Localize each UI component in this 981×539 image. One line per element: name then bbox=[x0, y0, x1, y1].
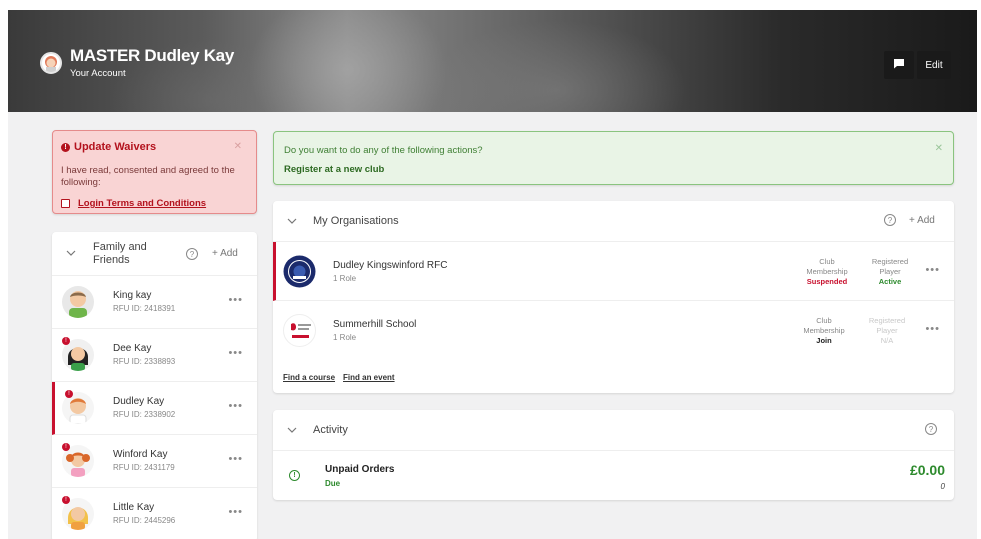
unpaid-orders-title[interactable]: Unpaid Orders bbox=[325, 464, 394, 475]
unpaid-orders-status: Due bbox=[325, 479, 341, 488]
find-event-link[interactable]: Find an event bbox=[343, 373, 395, 382]
close-icon[interactable]: ✕ bbox=[234, 141, 242, 152]
account-name: MASTER Dudley Kay bbox=[70, 46, 234, 65]
member-id: RFU ID: 2338902 bbox=[113, 410, 176, 419]
message-button[interactable] bbox=[884, 51, 914, 79]
chevron-down-icon[interactable] bbox=[287, 425, 297, 436]
more-options-icon[interactable]: ••• bbox=[925, 264, 940, 276]
waiver-title: Update Waivers bbox=[74, 141, 157, 153]
family-title-line2: Friends bbox=[93, 254, 130, 266]
terms-checkbox[interactable] bbox=[61, 199, 70, 208]
registered-player-status: Registered Player N/A bbox=[868, 316, 906, 345]
organisation-name: Summerhill School bbox=[333, 319, 417, 330]
account-subtitle: Your Account bbox=[70, 68, 126, 79]
info-icon: ! bbox=[289, 470, 300, 481]
more-options-icon[interactable]: ••• bbox=[228, 400, 243, 412]
more-options-icon[interactable]: ••• bbox=[228, 294, 243, 306]
family-member-selected[interactable]: ! Dudley Kay RFU ID: 2338902 ••• bbox=[52, 382, 257, 435]
member-id: RFU ID: 2418391 bbox=[113, 304, 176, 313]
more-options-icon[interactable]: ••• bbox=[228, 347, 243, 359]
terms-link[interactable]: Login Terms and Conditions bbox=[78, 198, 206, 209]
chat-icon bbox=[893, 58, 905, 72]
family-member[interactable]: ! Dee Kay RFU ID: 2338893 ••• bbox=[52, 329, 257, 382]
member-id: RFU ID: 2431179 bbox=[113, 463, 175, 472]
help-icon[interactable]: ? bbox=[884, 214, 896, 226]
alert-icon: ! bbox=[61, 142, 70, 152]
unpaid-count: 0 bbox=[940, 482, 945, 491]
chevron-down-icon[interactable] bbox=[287, 216, 297, 227]
close-icon[interactable]: ✕ bbox=[935, 143, 943, 154]
organisation-role: 1 Role bbox=[333, 333, 357, 342]
add-family-button[interactable]: + Add bbox=[212, 248, 238, 259]
organisation-role: 1 Role bbox=[333, 274, 357, 283]
more-options-icon[interactable]: ••• bbox=[228, 453, 243, 465]
register-new-club-link[interactable]: Register at a new club bbox=[284, 164, 384, 175]
avatar bbox=[62, 286, 94, 318]
club-membership-status: Club Membership Suspended bbox=[806, 257, 848, 286]
family-member[interactable]: ! Winford Kay RFU ID: 2431179 ••• bbox=[52, 435, 257, 488]
school-logo-icon bbox=[283, 314, 316, 347]
notification-badge: ! bbox=[62, 496, 70, 504]
activity-title: Activity bbox=[313, 424, 348, 436]
waiver-text: I have read, consented and agreed to the… bbox=[61, 165, 235, 188]
registered-player-status: Registered Player Active bbox=[871, 257, 909, 286]
club-crest-icon bbox=[283, 255, 316, 288]
activity-panel: Activity ? ! Unpaid Orders Due £0.00 0 bbox=[273, 410, 954, 500]
organisation-links: Find a course Find an event bbox=[283, 373, 395, 382]
update-waivers-alert: ! Update Waivers ✕ I have read, consente… bbox=[52, 130, 257, 214]
family-member[interactable]: ! Little Kay RFU ID: 2445296 ••• bbox=[52, 488, 257, 539]
club-membership-status[interactable]: Club Membership Join bbox=[799, 316, 849, 346]
member-name: Dee Kay bbox=[113, 343, 152, 354]
organisations-header: My Organisations ? + Add bbox=[273, 201, 954, 242]
notification-badge: ! bbox=[62, 337, 70, 345]
chevron-down-icon[interactable] bbox=[66, 248, 76, 259]
family-and-friends-panel: Family and Friends ? + Add King kay RFU … bbox=[52, 232, 257, 539]
organisations-title: My Organisations bbox=[313, 215, 399, 227]
organisation-row[interactable]: Dudley Kingswinford RFC 1 Role Club Memb… bbox=[273, 242, 954, 301]
family-title-line1: Family and bbox=[93, 241, 147, 253]
member-id: RFU ID: 2338893 bbox=[113, 357, 176, 366]
help-icon[interactable]: ? bbox=[186, 248, 198, 260]
member-name: Winford Kay bbox=[113, 449, 168, 460]
help-icon[interactable]: ? bbox=[925, 423, 937, 435]
my-organisations-panel: My Organisations ? + Add Dudley Kingswin… bbox=[273, 201, 954, 393]
add-organisation-button[interactable]: + Add bbox=[909, 215, 935, 226]
actions-question: Do you want to do any of the following a… bbox=[284, 145, 483, 156]
notification-badge: ! bbox=[62, 443, 70, 451]
find-course-link[interactable]: Find a course bbox=[283, 373, 335, 382]
member-id: RFU ID: 2445296 bbox=[113, 516, 176, 525]
more-options-icon[interactable]: ••• bbox=[228, 506, 243, 518]
unpaid-amount: £0.00 bbox=[909, 462, 945, 478]
notification-badge: ! bbox=[65, 390, 73, 398]
suggested-actions-alert: Do you want to do any of the following a… bbox=[273, 131, 954, 185]
family-member[interactable]: King kay RFU ID: 2418391 ••• bbox=[52, 276, 257, 329]
organisation-row[interactable]: Summerhill School 1 Role Club Membership… bbox=[273, 301, 954, 360]
organisation-name: Dudley Kingswinford RFC bbox=[333, 260, 448, 271]
activity-header: Activity ? bbox=[273, 410, 954, 451]
family-header: Family and Friends ? + Add bbox=[52, 232, 257, 276]
member-name: Dudley Kay bbox=[113, 396, 165, 407]
edit-button[interactable]: Edit bbox=[917, 51, 951, 79]
more-options-icon[interactable]: ••• bbox=[925, 323, 940, 335]
member-name: King kay bbox=[113, 290, 152, 301]
member-name: Little Kay bbox=[113, 502, 155, 513]
account-avatar bbox=[40, 52, 62, 74]
